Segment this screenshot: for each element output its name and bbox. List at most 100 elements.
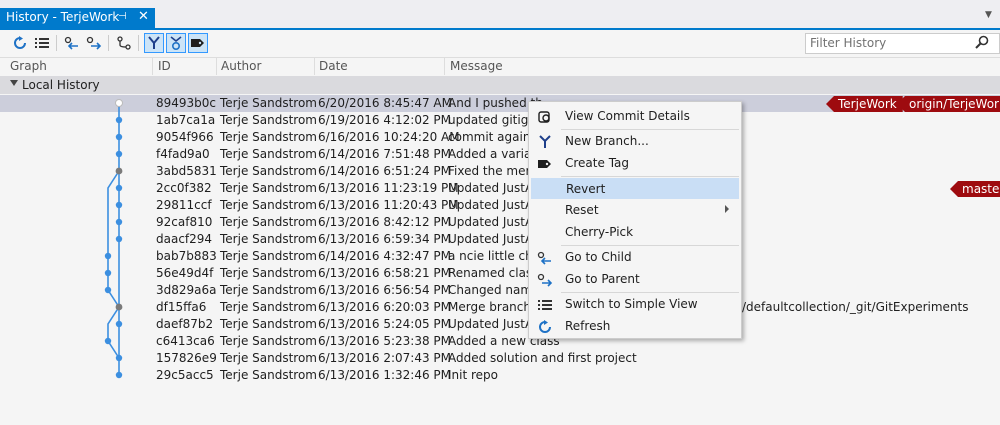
- menu-item-go-to-child[interactable]: Go to Child: [531, 247, 739, 268]
- tab-overflow-dropdown-icon[interactable]: ▼: [985, 10, 992, 20]
- commit-node[interactable]: [104, 252, 112, 260]
- menu-item-revert[interactable]: Revert: [531, 178, 739, 199]
- table-row[interactable]: bab7b883 Terje Sandstrom 6/14/2016 4:32:…: [0, 248, 1000, 265]
- table-row[interactable]: 9054f966 Terje Sandstrom 6/16/2016 10:24…: [0, 129, 1000, 146]
- commit-date: 6/13/2016 6:59:34 PM: [318, 232, 452, 246]
- commit-node[interactable]: [115, 184, 123, 192]
- commit-id: daef87b2: [156, 317, 214, 331]
- table-row[interactable]: 157826e9 Terje Sandstrom 6/13/2016 2:07:…: [0, 350, 1000, 367]
- menu-item-create-tag[interactable]: Create Tag: [531, 153, 739, 174]
- close-icon[interactable]: ✕: [138, 9, 149, 24]
- branch-badge[interactable]: origin/TerjeWork: [897, 96, 1000, 112]
- commit-date: 6/13/2016 6:20:03 PM: [318, 300, 452, 314]
- column-date[interactable]: Date: [319, 59, 348, 73]
- commit-message: a ncie little cha: [448, 249, 541, 263]
- go-to-parent-icon[interactable]: [84, 33, 104, 53]
- table-row[interactable]: 29811ccf Terje Sandstrom 6/13/2016 11:20…: [0, 197, 1000, 214]
- table-row[interactable]: 89493b0c Terje Sandstrom 6/20/2016 8:45:…: [0, 95, 1000, 112]
- menu-item-label: View Commit Details: [565, 109, 690, 123]
- commit-id: 29c5acc5: [156, 368, 214, 382]
- tag-icon[interactable]: [188, 33, 208, 53]
- group-label: Local History: [22, 78, 100, 92]
- table-row[interactable]: df15ffa6 Terje Sandstrom 6/13/2016 6:20:…: [0, 299, 1000, 316]
- commit-node[interactable]: [115, 235, 123, 243]
- table-row[interactable]: 3d829a6a Terje Sandstrom 6/13/2016 6:56:…: [0, 282, 1000, 299]
- history-tab[interactable]: History - TerjeWork ⊣ ✕: [0, 8, 155, 28]
- commit-author: Terje Sandstrom: [220, 164, 317, 178]
- commit-date: 6/14/2016 6:51:24 PM: [318, 164, 452, 178]
- commit-id: 3abd5831: [156, 164, 217, 178]
- table-row[interactable]: 3abd5831 Terje Sandstrom 6/14/2016 6:51:…: [0, 163, 1000, 180]
- commit-node[interactable]: [115, 116, 123, 124]
- commit-node[interactable]: [104, 269, 112, 277]
- go-to-child-icon[interactable]: [62, 33, 82, 53]
- commit-node[interactable]: [115, 150, 123, 158]
- filter-history-input[interactable]: Filter History: [805, 33, 1000, 54]
- column-divider[interactable]: [444, 58, 445, 75]
- go-to-parent-icon: [537, 272, 553, 288]
- commit-node[interactable]: [115, 201, 123, 209]
- collapse-triangle-icon[interactable]: [10, 80, 18, 86]
- show-merges-icon[interactable]: [144, 33, 164, 53]
- commit-date: 6/13/2016 8:42:12 PM: [318, 215, 452, 229]
- commit-node[interactable]: [115, 371, 123, 379]
- table-row[interactable]: 29c5acc5 Terje Sandstrom 6/13/2016 1:32:…: [0, 367, 1000, 384]
- column-divider[interactable]: [314, 58, 315, 75]
- table-row[interactable]: 92caf810 Terje Sandstrom 6/13/2016 8:42:…: [0, 214, 1000, 231]
- commit-node[interactable]: [115, 320, 123, 328]
- table-row[interactable]: 56e49d4f Terje Sandstrom 6/13/2016 6:58:…: [0, 265, 1000, 282]
- show-remote-icon[interactable]: [166, 33, 186, 53]
- table-row[interactable]: 2cc0f382 Terje Sandstrom 6/13/2016 11:23…: [0, 180, 1000, 197]
- menu-item-cherry-pick[interactable]: Cherry-Pick: [531, 222, 739, 243]
- commit-date: 6/16/2016 10:24:20 AM: [318, 130, 460, 144]
- commit-author: Terje Sandstrom: [220, 334, 317, 348]
- table-row[interactable]: daacf294 Terje Sandstrom 6/13/2016 6:59:…: [0, 231, 1000, 248]
- commit-node[interactable]: [104, 286, 112, 294]
- commit-date: 6/13/2016 11:23:19 PM: [318, 181, 459, 195]
- commit-message-tail: /defaultcollection/_git/GitExperiments: [742, 300, 969, 314]
- commit-author: Terje Sandstrom: [220, 215, 317, 229]
- menu-item-refresh[interactable]: Refresh: [531, 316, 739, 337]
- commit-node[interactable]: [115, 218, 123, 226]
- commit-author: Terje Sandstrom: [220, 266, 317, 280]
- local-history-group[interactable]: Local History: [0, 76, 1000, 94]
- table-row[interactable]: 1ab7ca1a Terje Sandstrom 6/19/2016 4:12:…: [0, 112, 1000, 129]
- menu-item-switch-to-simple-view[interactable]: Switch to Simple View: [531, 294, 739, 315]
- menu-item-label: New Branch...: [565, 134, 649, 148]
- commit-id: 3d829a6a: [156, 283, 217, 297]
- search-icon[interactable]: [975, 35, 989, 52]
- column-id[interactable]: ID: [158, 59, 171, 73]
- commit-author: Terje Sandstrom: [220, 368, 317, 382]
- commit-node[interactable]: [115, 354, 123, 362]
- commit-author: Terje Sandstrom: [220, 96, 317, 110]
- merge-node[interactable]: [115, 167, 123, 175]
- menu-separator: [561, 292, 739, 293]
- column-message[interactable]: Message: [450, 59, 503, 73]
- commit-message: updated gitign: [448, 113, 536, 127]
- column-divider[interactable]: [152, 58, 153, 75]
- column-author[interactable]: Author: [221, 59, 261, 73]
- table-row[interactable]: c6413ca6 Terje Sandstrom 6/13/2016 5:23:…: [0, 333, 1000, 350]
- menu-item-view-commit-details[interactable]: View Commit Details: [531, 106, 739, 127]
- menu-item-new-branch[interactable]: New Branch...: [531, 131, 739, 152]
- refresh-icon[interactable]: [10, 33, 30, 53]
- branch-badge[interactable]: TerjeWork: [826, 96, 903, 112]
- menu-item-label: Go to Child: [565, 250, 632, 264]
- column-graph[interactable]: Graph: [10, 59, 47, 73]
- table-row[interactable]: f4fad9a0 Terje Sandstrom 6/14/2016 7:51:…: [0, 146, 1000, 163]
- branch-badge[interactable]: master: [950, 181, 1000, 197]
- commit-id: 92caf810: [156, 215, 213, 229]
- commit-node-head[interactable]: [115, 99, 123, 107]
- menu-item-go-to-parent[interactable]: Go to Parent: [531, 269, 739, 290]
- list-view-icon[interactable]: [32, 33, 52, 53]
- menu-item-reset[interactable]: Reset: [531, 200, 739, 221]
- commit-node[interactable]: [115, 133, 123, 141]
- menu-item-label: Create Tag: [565, 156, 630, 170]
- commit-node[interactable]: [104, 337, 112, 345]
- table-row[interactable]: daef87b2 Terje Sandstrom 6/13/2016 5:24:…: [0, 316, 1000, 333]
- column-divider[interactable]: [216, 58, 217, 75]
- pin-icon[interactable]: ⊣: [118, 11, 127, 22]
- branch-graph-icon[interactable]: [114, 33, 134, 53]
- commit-author: Terje Sandstrom: [220, 198, 317, 212]
- merge-node[interactable]: [115, 303, 123, 311]
